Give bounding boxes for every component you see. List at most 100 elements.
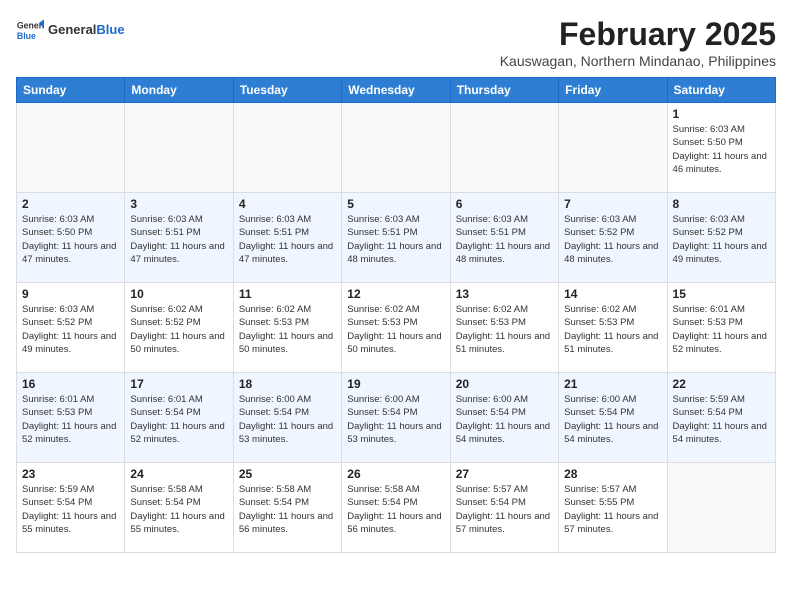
calendar-table: SundayMondayTuesdayWednesdayThursdayFrid… (16, 77, 776, 553)
weekday-header-row: SundayMondayTuesdayWednesdayThursdayFrid… (17, 78, 776, 103)
calendar-cell: 4 Sunrise: 6:03 AM Sunset: 5:51 PM Daylig… (233, 193, 341, 283)
day-number: 16 (22, 377, 119, 391)
week-row: 1 Sunrise: 6:03 AM Sunset: 5:50 PM Daylig… (17, 103, 776, 193)
calendar-cell: 24 Sunrise: 5:58 AM Sunset: 5:54 PM Dayli… (125, 463, 233, 553)
day-number: 13 (456, 287, 553, 301)
day-info: Sunrise: 5:58 AM Sunset: 5:54 PM Dayligh… (347, 483, 444, 536)
day-number: 11 (239, 287, 336, 301)
week-row: 16 Sunrise: 6:01 AM Sunset: 5:53 PM Dayli… (17, 373, 776, 463)
day-number: 18 (239, 377, 336, 391)
calendar-cell: 17 Sunrise: 6:01 AM Sunset: 5:54 PM Dayli… (125, 373, 233, 463)
day-info: Sunrise: 6:02 AM Sunset: 5:53 PM Dayligh… (456, 303, 553, 356)
calendar-cell: 27Sunrise: 5:57 AM Sunset: 5:54 PM Dayli… (450, 463, 558, 553)
day-info: Sunrise: 6:03 AM Sunset: 5:51 PM Dayligh… (456, 213, 553, 266)
calendar-cell: 3 Sunrise: 6:03 AM Sunset: 5:51 PM Daylig… (125, 193, 233, 283)
day-info: Sunrise: 6:03 AM Sunset: 5:51 PM Dayligh… (347, 213, 444, 266)
calendar-cell: 26 Sunrise: 5:58 AM Sunset: 5:54 PM Dayli… (342, 463, 450, 553)
day-number: 20 (456, 377, 553, 391)
calendar-cell: 16 Sunrise: 6:01 AM Sunset: 5:53 PM Dayli… (17, 373, 125, 463)
day-info: Sunrise: 6:00 AM Sunset: 5:54 PM Dayligh… (456, 393, 553, 446)
calendar-cell: 6 Sunrise: 6:03 AM Sunset: 5:51 PM Daylig… (450, 193, 558, 283)
weekday-header-friday: Friday (559, 78, 667, 103)
day-info: Sunrise: 6:03 AM Sunset: 5:51 PM Dayligh… (239, 213, 336, 266)
weekday-header-wednesday: Wednesday (342, 78, 450, 103)
day-info: Sunrise: 6:03 AM Sunset: 5:52 PM Dayligh… (22, 303, 119, 356)
day-info: Sunrise: 6:03 AM Sunset: 5:52 PM Dayligh… (673, 213, 770, 266)
calendar-cell (559, 103, 667, 193)
svg-text:Blue: Blue (17, 31, 36, 41)
day-info: Sunrise: 5:57 AM Sunset: 5:55 PM Dayligh… (564, 483, 661, 536)
calendar-cell: 9 Sunrise: 6:03 AM Sunset: 5:52 PM Daylig… (17, 283, 125, 373)
weekday-header-monday: Monday (125, 78, 233, 103)
day-number: 19 (347, 377, 444, 391)
day-info: Sunrise: 5:59 AM Sunset: 5:54 PM Dayligh… (22, 483, 119, 536)
day-number: 6 (456, 197, 553, 211)
month-year: February 2025 (500, 16, 776, 53)
day-number: 4 (239, 197, 336, 211)
day-number: 17 (130, 377, 227, 391)
weekday-header-sunday: Sunday (17, 78, 125, 103)
day-number: 24 (130, 467, 227, 481)
calendar-cell: 5Sunrise: 6:03 AM Sunset: 5:51 PM Daylig… (342, 193, 450, 283)
calendar-cell: 22 Sunrise: 5:59 AM Sunset: 5:54 PM Dayli… (667, 373, 775, 463)
logo-icon: General Blue (16, 16, 44, 44)
day-number: 28 (564, 467, 661, 481)
day-number: 8 (673, 197, 770, 211)
day-info: Sunrise: 6:02 AM Sunset: 5:53 PM Dayligh… (239, 303, 336, 356)
calendar-cell: 25 Sunrise: 5:58 AM Sunset: 5:54 PM Dayli… (233, 463, 341, 553)
calendar-cell: 8 Sunrise: 6:03 AM Sunset: 5:52 PM Daylig… (667, 193, 775, 283)
calendar-cell (233, 103, 341, 193)
logo-blue: Blue (96, 22, 124, 37)
day-number: 3 (130, 197, 227, 211)
day-number: 7 (564, 197, 661, 211)
week-row: 9 Sunrise: 6:03 AM Sunset: 5:52 PM Daylig… (17, 283, 776, 373)
day-info: Sunrise: 6:01 AM Sunset: 5:53 PM Dayligh… (673, 303, 770, 356)
calendar-cell (667, 463, 775, 553)
location: Kauswagan, Northern Mindanao, Philippine… (500, 53, 776, 69)
day-info: Sunrise: 5:58 AM Sunset: 5:54 PM Dayligh… (130, 483, 227, 536)
day-number: 21 (564, 377, 661, 391)
svg-text:General: General (17, 20, 44, 30)
day-info: Sunrise: 5:58 AM Sunset: 5:54 PM Dayligh… (239, 483, 336, 536)
day-number: 15 (673, 287, 770, 301)
day-number: 14 (564, 287, 661, 301)
day-number: 23 (22, 467, 119, 481)
calendar-cell: 11 Sunrise: 6:02 AM Sunset: 5:53 PM Dayli… (233, 283, 341, 373)
day-info: Sunrise: 6:01 AM Sunset: 5:54 PM Dayligh… (130, 393, 227, 446)
day-info: Sunrise: 5:59 AM Sunset: 5:54 PM Dayligh… (673, 393, 770, 446)
day-info: Sunrise: 6:00 AM Sunset: 5:54 PM Dayligh… (564, 393, 661, 446)
week-row: 2Sunrise: 6:03 AM Sunset: 5:50 PM Daylig… (17, 193, 776, 283)
day-info: Sunrise: 6:03 AM Sunset: 5:51 PM Dayligh… (130, 213, 227, 266)
day-number: 25 (239, 467, 336, 481)
calendar-cell: 23 Sunrise: 5:59 AM Sunset: 5:54 PM Dayli… (17, 463, 125, 553)
weekday-header-saturday: Saturday (667, 78, 775, 103)
calendar-cell: 12Sunrise: 6:02 AM Sunset: 5:53 PM Dayli… (342, 283, 450, 373)
calendar-cell: 10 Sunrise: 6:02 AM Sunset: 5:52 PM Dayli… (125, 283, 233, 373)
day-number: 26 (347, 467, 444, 481)
day-info: Sunrise: 6:03 AM Sunset: 5:50 PM Dayligh… (673, 123, 770, 176)
calendar-cell: 15 Sunrise: 6:01 AM Sunset: 5:53 PM Dayli… (667, 283, 775, 373)
day-info: Sunrise: 6:01 AM Sunset: 5:53 PM Dayligh… (22, 393, 119, 446)
calendar-cell (125, 103, 233, 193)
calendar-cell (450, 103, 558, 193)
day-info: Sunrise: 5:57 AM Sunset: 5:54 PM Dayligh… (456, 483, 553, 536)
day-number: 10 (130, 287, 227, 301)
calendar-cell: 13 Sunrise: 6:02 AM Sunset: 5:53 PM Dayli… (450, 283, 558, 373)
logo: General Blue GeneralBlue (16, 16, 125, 44)
day-number: 9 (22, 287, 119, 301)
page-header: General Blue GeneralBlue February 2025 K… (16, 16, 776, 69)
day-info: Sunrise: 6:00 AM Sunset: 5:54 PM Dayligh… (347, 393, 444, 446)
day-info: Sunrise: 6:02 AM Sunset: 5:53 PM Dayligh… (347, 303, 444, 356)
calendar-cell: 28 Sunrise: 5:57 AM Sunset: 5:55 PM Dayli… (559, 463, 667, 553)
weekday-header-tuesday: Tuesday (233, 78, 341, 103)
day-number: 22 (673, 377, 770, 391)
title-block: February 2025 Kauswagan, Northern Mindan… (500, 16, 776, 69)
calendar-cell: 20 Sunrise: 6:00 AM Sunset: 5:54 PM Dayli… (450, 373, 558, 463)
calendar-cell: 1 Sunrise: 6:03 AM Sunset: 5:50 PM Daylig… (667, 103, 775, 193)
calendar-cell: 2Sunrise: 6:03 AM Sunset: 5:50 PM Daylig… (17, 193, 125, 283)
day-number: 1 (673, 107, 770, 121)
calendar-cell (342, 103, 450, 193)
day-info: Sunrise: 6:02 AM Sunset: 5:52 PM Dayligh… (130, 303, 227, 356)
logo-general: General (48, 22, 96, 37)
calendar-cell: 19 Sunrise: 6:00 AM Sunset: 5:54 PM Dayli… (342, 373, 450, 463)
